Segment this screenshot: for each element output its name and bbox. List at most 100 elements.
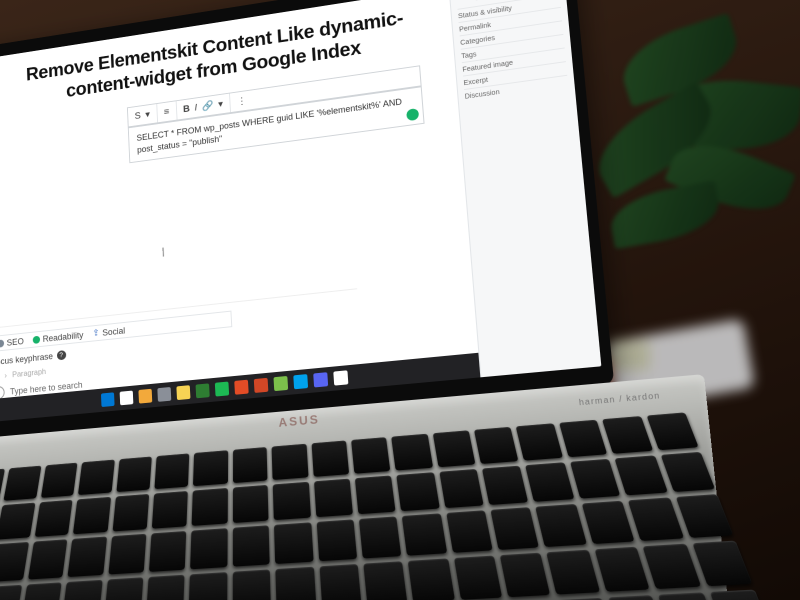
keyboard-key[interactable]	[189, 572, 227, 600]
link-button[interactable]: 🔗	[202, 100, 214, 112]
keyboard-key[interactable]	[536, 504, 587, 546]
keyboard-key[interactable]	[73, 497, 111, 535]
keyboard-key[interactable]	[582, 501, 635, 544]
keyboard-key[interactable]	[391, 434, 432, 471]
keyboard-key[interactable]	[594, 546, 650, 591]
keyboard-key[interactable]	[0, 584, 22, 600]
keyboard-key[interactable]	[363, 561, 408, 600]
align-icon[interactable]: ≡	[164, 106, 170, 117]
keyboard-key[interactable]	[154, 453, 189, 489]
taskbar-app-icon[interactable]	[333, 370, 348, 385]
keyboard-key[interactable]	[233, 485, 269, 523]
keyboard-key[interactable]	[274, 523, 313, 564]
grammarly-icon[interactable]	[406, 108, 419, 121]
keyboard-key[interactable]	[500, 552, 551, 597]
keyboard-key[interactable]	[314, 479, 353, 518]
taskbar-app-icon[interactable]	[196, 383, 210, 398]
keyboard-key[interactable]	[355, 476, 396, 515]
keyboard-key[interactable]	[675, 494, 733, 537]
keyboard-key[interactable]	[547, 549, 600, 594]
taskbar-app-icon[interactable]	[313, 372, 328, 387]
laptop: Remove Elementskit Content Like dynamic-…	[0, 0, 679, 600]
taskbar-app-icon[interactable]	[215, 382, 229, 397]
keyboard-key[interactable]	[482, 466, 529, 506]
keyboard-key[interactable]	[104, 577, 144, 600]
keyboard-key[interactable]	[0, 542, 29, 581]
keyboard-key[interactable]	[397, 472, 440, 511]
crumb-current[interactable]: Paragraph	[12, 367, 46, 379]
keyboard-key[interactable]	[78, 460, 114, 496]
keyboard-key[interactable]	[311, 440, 349, 477]
keyboard-key[interactable]	[615, 456, 668, 496]
keyboard-key[interactable]	[68, 537, 107, 577]
bold-button[interactable]: B	[183, 103, 190, 114]
keyboard-key[interactable]	[526, 462, 575, 502]
taskbar-app-icon[interactable]	[120, 391, 134, 406]
keyboard-key[interactable]	[146, 574, 185, 600]
keyboard-key[interactable]	[628, 498, 683, 541]
keyboard-key[interactable]	[192, 488, 228, 526]
keyboard-key[interactable]	[316, 520, 357, 561]
keyboard-key[interactable]	[402, 514, 447, 556]
keyboard-key[interactable]	[602, 416, 653, 454]
taskbar-app-icon[interactable]	[101, 392, 115, 407]
keyboard-key[interactable]	[709, 589, 773, 600]
keyboard-key[interactable]	[692, 540, 753, 586]
keyboard-key[interactable]	[643, 543, 701, 589]
block-type-icon[interactable]: S	[134, 110, 141, 121]
keyboard[interactable]	[0, 412, 773, 600]
keyboard-key[interactable]	[112, 494, 149, 532]
italic-button[interactable]: I	[194, 102, 197, 113]
keyboard-key[interactable]	[272, 444, 308, 480]
tab-social[interactable]: ⇪Social	[92, 325, 125, 339]
keyboard-key[interactable]	[149, 531, 187, 571]
keyboard-key[interactable]	[446, 511, 493, 553]
keyboard-key[interactable]	[193, 450, 228, 486]
keyboard-key[interactable]	[359, 517, 402, 558]
keyboard-key[interactable]	[28, 540, 68, 580]
keyboard-key[interactable]	[233, 526, 270, 567]
keyboard-key[interactable]	[62, 579, 102, 600]
keyboard-key[interactable]	[608, 595, 666, 600]
keyboard-key[interactable]	[474, 427, 519, 464]
taskbar-app-icon[interactable]	[138, 389, 152, 404]
keyboard-key[interactable]	[660, 452, 715, 492]
keyboard-key[interactable]	[4, 466, 42, 501]
keyboard-key[interactable]	[273, 482, 311, 521]
keyboard-key[interactable]	[432, 430, 475, 467]
keyboard-key[interactable]	[453, 555, 502, 600]
keyboard-key[interactable]	[319, 564, 361, 600]
chevron-down-icon[interactable]: ▾	[218, 99, 223, 110]
taskbar-app-icon[interactable]	[176, 385, 190, 400]
chevron-down-icon[interactable]: ▾	[145, 109, 150, 120]
keyboard-key[interactable]	[116, 456, 152, 492]
keyboard-key[interactable]	[232, 569, 271, 600]
keyboard-key[interactable]	[41, 463, 78, 498]
keyboard-key[interactable]	[21, 582, 62, 600]
keyboard-key[interactable]	[408, 558, 455, 600]
keyboard-key[interactable]	[516, 423, 563, 461]
taskbar-app-icon[interactable]	[234, 380, 248, 395]
keyboard-key[interactable]	[275, 566, 315, 600]
keyboard-key[interactable]	[491, 507, 540, 549]
keyboard-key[interactable]	[351, 437, 391, 474]
keyboard-key[interactable]	[0, 503, 35, 540]
tab-readability[interactable]: Readability	[33, 330, 84, 345]
taskbar-app-icon[interactable]	[254, 378, 269, 393]
keyboard-key[interactable]	[152, 491, 188, 529]
taskbar-app-icon[interactable]	[157, 387, 171, 402]
preview-button[interactable]: 👁	[473, 0, 494, 1]
keyboard-key[interactable]	[108, 534, 146, 574]
help-icon[interactable]: ?	[56, 350, 65, 360]
keyboard-key[interactable]	[559, 420, 608, 458]
tab-seo[interactable]: SEO	[0, 336, 24, 348]
taskbar-app-icon[interactable]	[293, 374, 308, 389]
keyboard-key[interactable]	[570, 459, 621, 499]
keyboard-key[interactable]	[646, 412, 699, 450]
keyboard-key[interactable]	[439, 469, 484, 508]
taskbar-app-icon[interactable]	[273, 376, 288, 391]
keyboard-key[interactable]	[190, 528, 227, 568]
more-options-icon[interactable]: ⋮	[237, 95, 247, 107]
keyboard-key[interactable]	[34, 500, 72, 537]
keyboard-key[interactable]	[233, 447, 268, 483]
